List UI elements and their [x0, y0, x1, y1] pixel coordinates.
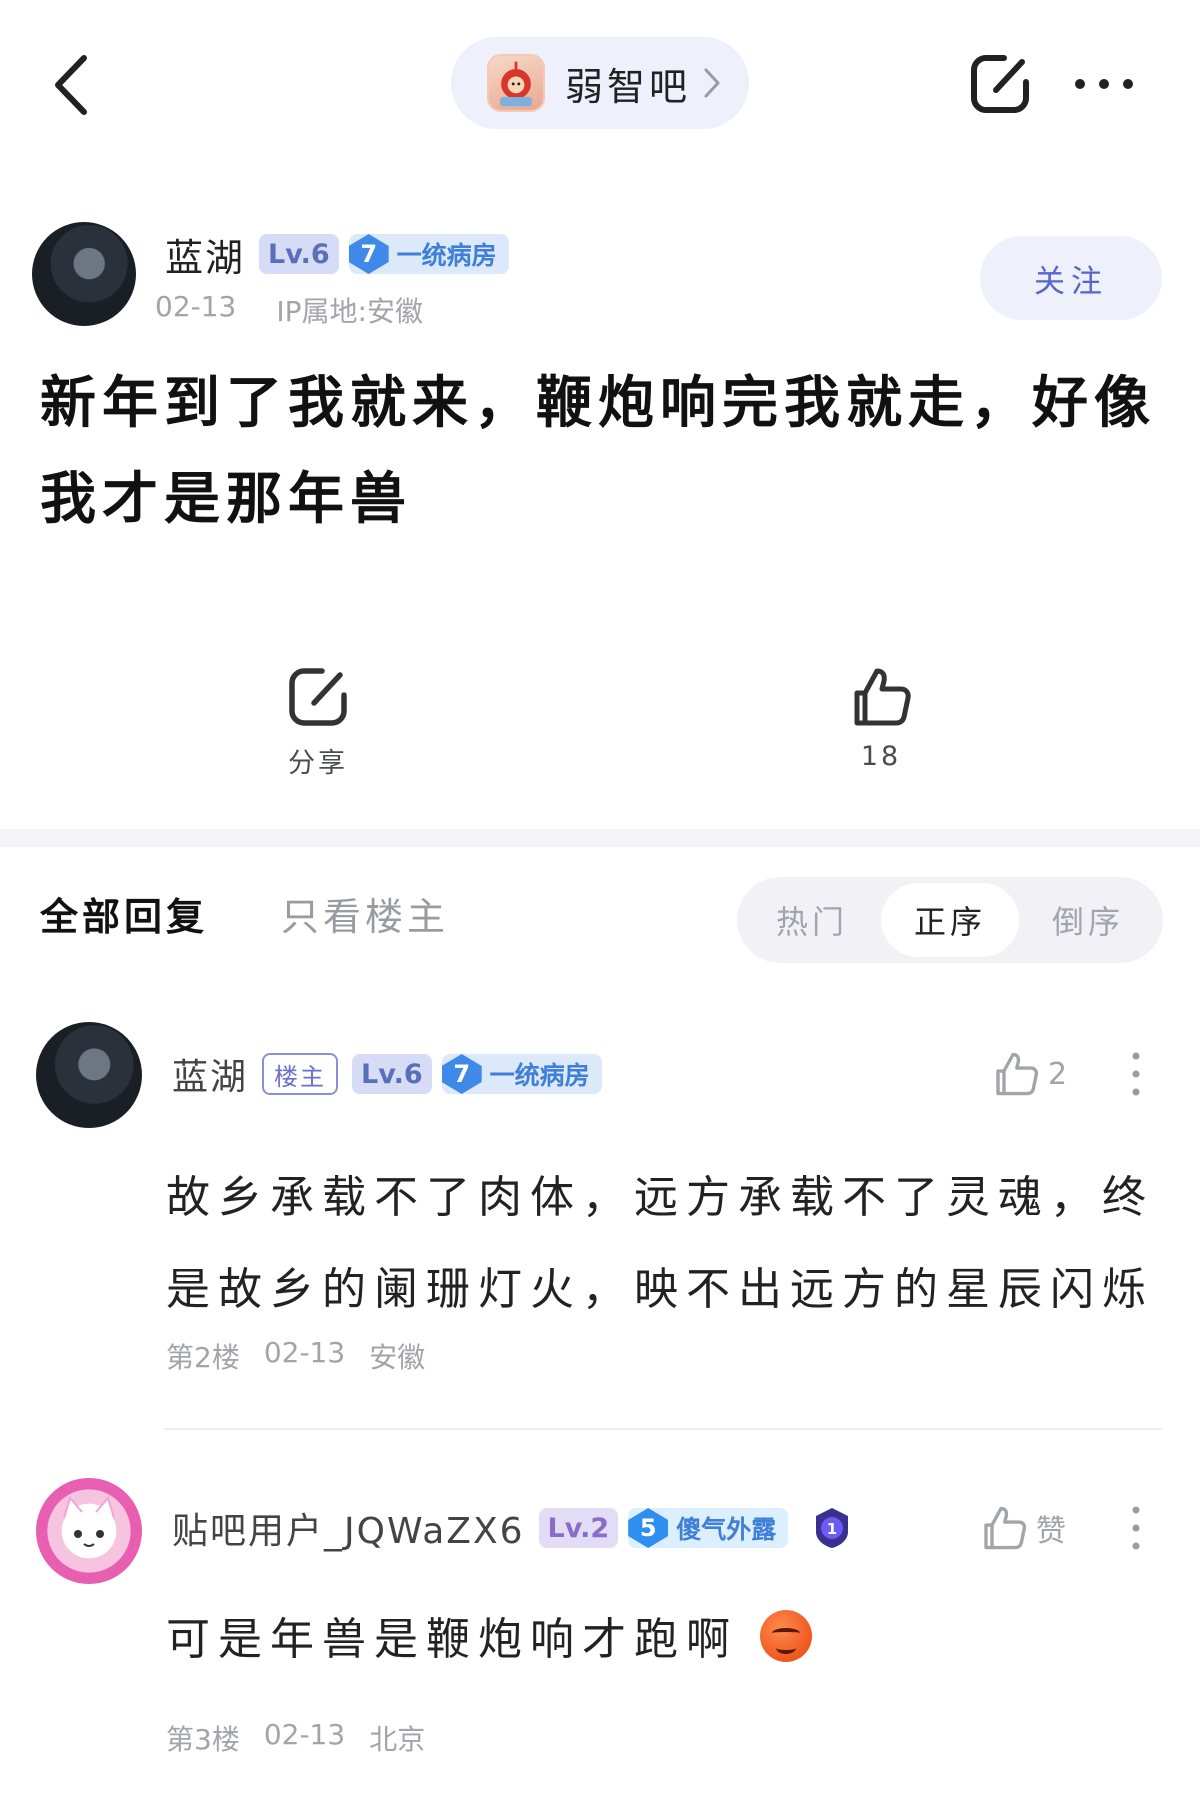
reply-text: 故乡承载不了肉体，远方承载不了灵魂，终是故乡的阑珊灯火，映不出远方的星辰闪烁 [166, 1172, 1154, 1315]
thumbs-up-icon [984, 1506, 1027, 1550]
share-icon [289, 668, 347, 726]
reply-location: 安徽 [369, 1341, 426, 1374]
chevron-right-icon [704, 68, 720, 98]
back-icon[interactable] [48, 50, 98, 120]
op-tag: 楼主 [262, 1053, 339, 1095]
reply-location: 北京 [369, 1723, 426, 1756]
thumbs-up-icon [996, 1052, 1039, 1096]
rank-number: 7 [441, 1054, 482, 1094]
rank-title: 一统病房 [396, 241, 497, 270]
section-divider [0, 829, 1200, 847]
forum-name: 弱智吧 [565, 64, 692, 109]
reply-avatar[interactable] [36, 1478, 142, 1584]
like-action[interactable]: 18 [821, 665, 941, 772]
smirk-emoji-icon [760, 1610, 812, 1662]
more-vertical-icon[interactable] [1126, 1050, 1146, 1098]
share-icon[interactable] [968, 52, 1032, 116]
medal-badge: 1 [812, 1506, 852, 1550]
sort-ascending[interactable]: 正序 [881, 883, 1019, 957]
author-row: 蓝湖 Lv.6 7 一统病房 [165, 228, 509, 280]
thumbs-up-icon [854, 668, 911, 726]
rank-title: 傻气外露 [676, 1515, 777, 1544]
reply-text-row: 可是年兽是鞭炮响才跑啊 [166, 1594, 1166, 1686]
reply-like-count: 2 [1048, 1056, 1070, 1092]
rank-badge: 7 一统病房 [348, 234, 509, 274]
rank-badge: 5 傻气外露 [628, 1508, 789, 1548]
reply-author-name[interactable]: 贴吧用户_JQWaZX6 [172, 1502, 525, 1554]
author-name[interactable]: 蓝湖 [165, 227, 245, 282]
post-page: 弱智吧 蓝湖 Lv.6 7 一统病房 02-13 IP属地:安徽 关注 新年到了… [0, 0, 1200, 1801]
level-badge: Lv.2 [538, 1508, 619, 1548]
follow-button[interactable]: 关注 [980, 236, 1162, 320]
tab-op-only[interactable]: 只看楼主 [281, 886, 449, 941]
cat-avatar-icon [63, 1495, 115, 1547]
rank-number: 5 [628, 1508, 669, 1548]
more-icon[interactable] [1072, 74, 1136, 94]
reply-date: 02-13 [263, 1718, 346, 1751]
sort-toggle: 热门 正序 倒序 [737, 877, 1163, 963]
rank-number: 7 [348, 234, 389, 274]
share-action[interactable]: 分享 [258, 665, 378, 780]
reply-author-name[interactable]: 蓝湖 [172, 1048, 248, 1100]
forum-entry-button[interactable]: 弱智吧 [451, 37, 749, 129]
reply-header: 蓝湖 楼主 Lv.6 7 一统病房 [172, 1050, 602, 1098]
medal-number: 1 [827, 1520, 837, 1538]
reply-avatar[interactable] [36, 1022, 142, 1128]
post-ip: IP属地:安徽 [276, 295, 423, 328]
post-date: 02-13 [155, 290, 237, 323]
level-badge: Lv.6 [352, 1054, 432, 1094]
reply-floor: 第2楼 [166, 1341, 240, 1374]
reply-date: 02-13 [263, 1336, 346, 1369]
author-avatar[interactable] [32, 222, 136, 326]
post-title: 新年到了我就来，鞭炮响完我就走，好像我才是那年兽 [40, 371, 1156, 532]
like-count: 18 [860, 741, 902, 772]
reply-meta: 第3楼 02-13 北京 [166, 1718, 425, 1758]
more-vertical-icon[interactable] [1126, 1504, 1146, 1552]
forum-logo [487, 54, 545, 112]
reply-meta: 第2楼 02-13 安徽 [166, 1336, 425, 1376]
reply-divider [164, 1428, 1162, 1430]
tab-all-replies[interactable]: 全部回复 [40, 886, 208, 941]
sort-hot[interactable]: 热门 [743, 883, 881, 957]
reply-like-label: 赞 [1036, 1514, 1068, 1549]
reply-text: 可是年兽是鞭炮响才跑啊 [166, 1614, 738, 1665]
reply-floor: 第3楼 [166, 1723, 240, 1756]
post-meta: 02-13 IP属地:安徽 [155, 290, 423, 330]
top-bar: 弱智吧 [0, 0, 1200, 165]
rank-badge: 7 一统病房 [441, 1054, 602, 1094]
level-badge: Lv.6 [259, 234, 339, 274]
medal-icon: 1 [816, 1508, 849, 1548]
reply-header: 贴吧用户_JQWaZX6 Lv.2 5 傻气外露 1 [172, 1504, 852, 1552]
rank-title: 一统病房 [489, 1061, 590, 1090]
sort-descending[interactable]: 倒序 [1019, 883, 1157, 957]
share-label: 分享 [288, 748, 348, 779]
reply-like-button[interactable]: 赞 [980, 1504, 1068, 1552]
reply-like-button[interactable]: 2 [992, 1050, 1069, 1098]
